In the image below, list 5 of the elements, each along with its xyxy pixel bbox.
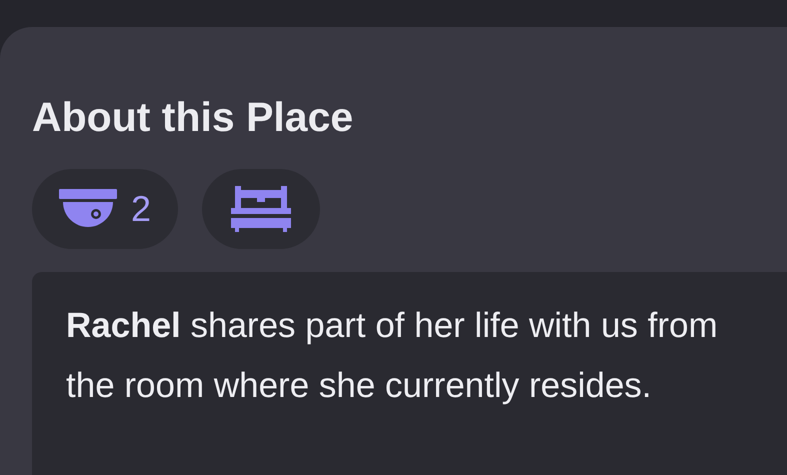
- description-text: Rachel shares part of her life with us from the room where she currently resides.: [66, 305, 719, 407]
- section-title: About this Place: [32, 97, 354, 138]
- bed-icon: [229, 186, 294, 232]
- camera-count: 2: [131, 187, 152, 231]
- dome-camera-icon: [59, 189, 117, 229]
